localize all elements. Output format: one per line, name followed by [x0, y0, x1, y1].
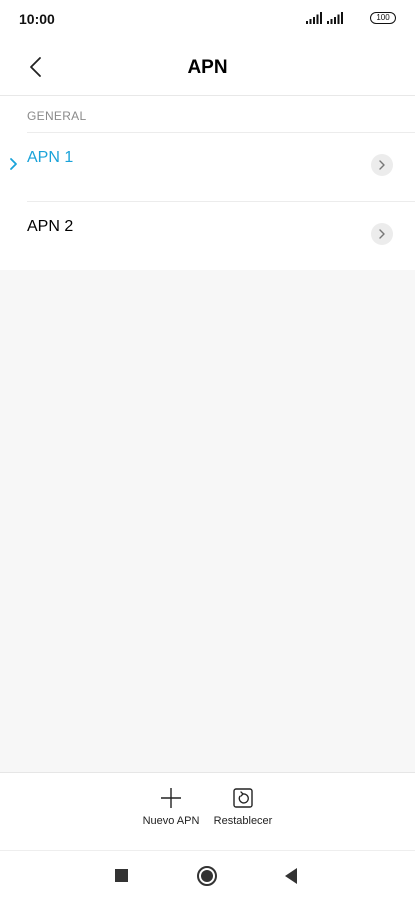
circle-icon[interactable] [197, 866, 217, 886]
battery-icon: 100 [370, 12, 396, 24]
battery-level: 100 [376, 13, 390, 22]
plus-icon [161, 788, 181, 808]
apn-label: APN 1 [27, 149, 74, 166]
signal-icon [306, 12, 322, 24]
triangle-back-icon[interactable] [285, 868, 297, 884]
divider [27, 201, 415, 202]
reset-button[interactable]: Restablecer [203, 787, 283, 827]
apn-item-1[interactable]: APN 1 [0, 132, 415, 201]
reset-icon [233, 788, 253, 808]
new-apn-button[interactable]: Nuevo APN [131, 787, 211, 827]
chevron-right-icon [371, 223, 393, 245]
app-header: APN [0, 38, 415, 96]
section-label: GENERAL [27, 109, 87, 123]
square-icon[interactable] [115, 869, 128, 882]
bottom-action-bar: Nuevo APN Restablecer [0, 772, 415, 850]
status-time: 10:00 [19, 11, 55, 27]
reset-label: Restablecer [213, 815, 273, 827]
divider [27, 132, 415, 133]
signal-icon [327, 12, 343, 24]
apn-item-2[interactable]: APN 2 [0, 201, 415, 270]
new-apn-label: Nuevo APN [142, 815, 200, 827]
status-bar: 10:00 100 [0, 0, 415, 38]
apn-label: APN 2 [27, 218, 74, 235]
apn-list: GENERAL APN 1 APN 2 [0, 96, 415, 270]
selected-marker-icon [10, 158, 17, 170]
chevron-right-icon [371, 154, 393, 176]
page-title: APN [187, 57, 228, 78]
system-nav-bar [0, 850, 415, 900]
